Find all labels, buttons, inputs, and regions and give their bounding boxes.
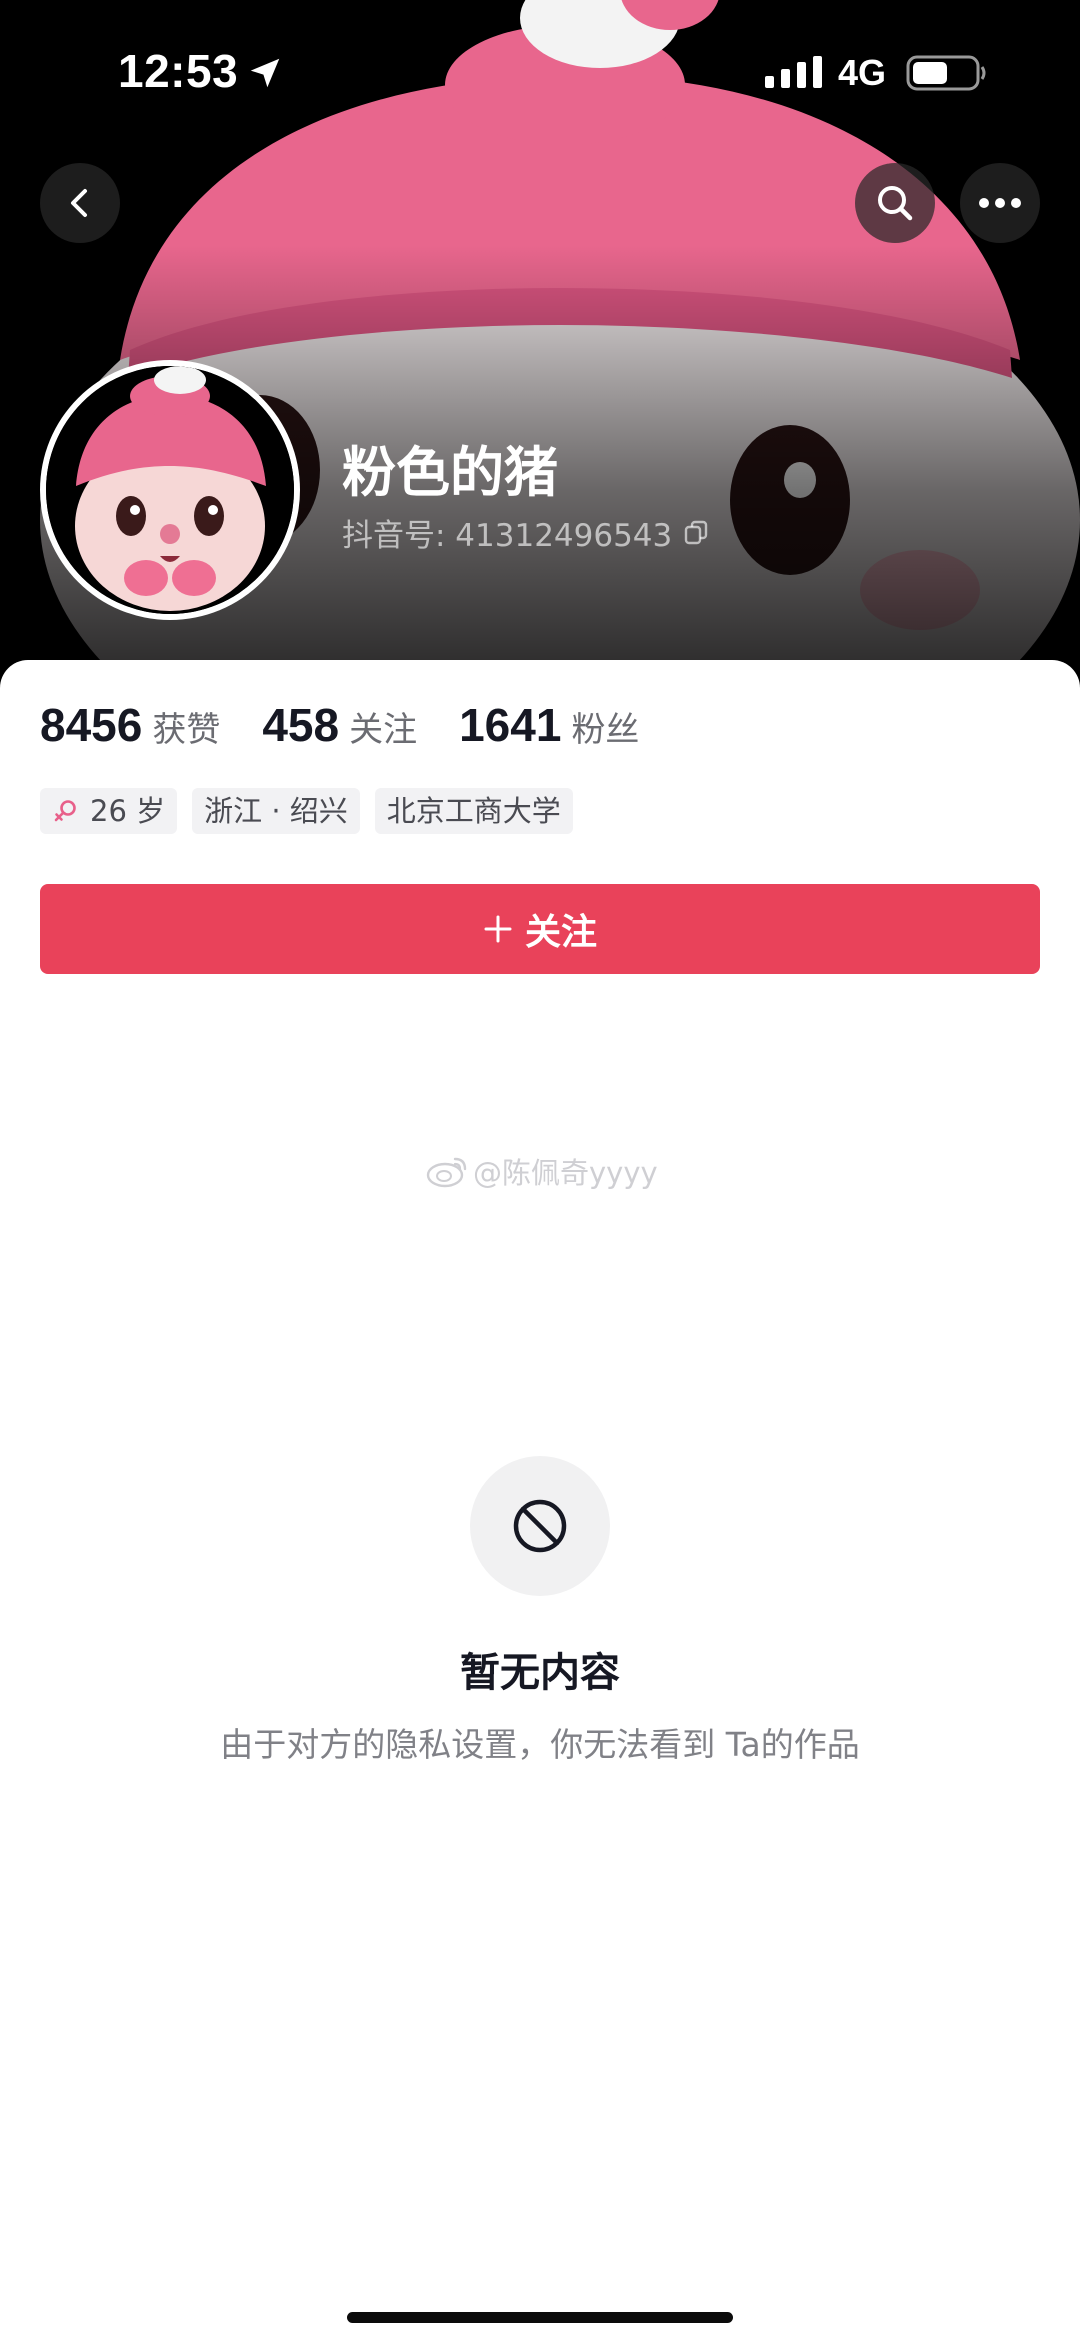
avatar-image-wrap [46, 366, 294, 614]
more-icon [979, 198, 1021, 208]
stat-following-label: 关注 [349, 710, 418, 750]
stat-followers[interactable]: 1641 粉丝 [459, 698, 639, 752]
profile-header: 12:53 4G 粉色的猪 抖音号: 41312496543 [0, 0, 1080, 700]
search-button[interactable] [855, 163, 935, 243]
stat-following[interactable]: 458 关注 [262, 698, 417, 752]
watermark: @陈佩奇yyyy [425, 1150, 658, 1192]
profile-content: 8456 获赞 458 关注 1641 粉丝 26 岁 浙江 · 绍兴 北京工商… [0, 660, 1080, 2341]
signal-icon [765, 56, 822, 88]
follow-button-label: 关注 [524, 912, 597, 953]
stat-likes[interactable]: 8456 获赞 [40, 698, 220, 752]
more-button[interactable] [960, 163, 1040, 243]
battery-icon [906, 55, 986, 91]
copy-icon[interactable] [682, 519, 710, 547]
profile-stats: 8456 获赞 458 关注 1641 粉丝 [40, 698, 681, 752]
tag-age-text: 26 岁 [90, 794, 166, 828]
status-bar: 12:53 4G [0, 0, 1080, 140]
block-icon [513, 1499, 567, 1553]
back-icon [71, 189, 87, 217]
follow-button[interactable]: 关注 [40, 884, 1040, 974]
profile-tags: 26 岁 浙江 · 绍兴 北京工商大学 [40, 788, 588, 834]
douyin-id[interactable]: 抖音号: 41312496543 [342, 510, 710, 555]
empty-state-description: 由于对方的隐私设置，你无法看到 Ta的作品 [220, 1725, 860, 1764]
search-icon [878, 186, 913, 221]
tag-location: 浙江 · 绍兴 [192, 788, 360, 834]
status-time: 12:53 [118, 45, 239, 97]
female-icon [54, 800, 76, 822]
tag-school: 北京工商大学 [374, 788, 573, 834]
avatar[interactable] [40, 360, 300, 620]
profile-nickname: 粉色的猪 [342, 441, 558, 504]
stat-likes-value: 8456 [40, 699, 143, 751]
douyin-id-text: 抖音号: 41312496543 [342, 518, 673, 554]
watermark-text: @陈佩奇yyyy [473, 1156, 658, 1190]
avatar-image [46, 366, 294, 614]
home-indicator[interactable] [347, 2312, 733, 2323]
tag-school-text: 北京工商大学 [386, 794, 561, 828]
stat-followers-label: 粉丝 [571, 710, 640, 750]
back-button[interactable] [40, 163, 120, 243]
location-arrow-icon [250, 58, 280, 88]
plus-icon [484, 915, 512, 943]
stat-following-value: 458 [262, 699, 340, 751]
tag-age: 26 岁 [40, 788, 178, 834]
empty-state-icon-wrap [470, 1456, 610, 1596]
weibo-icon [426, 1157, 467, 1188]
stat-followers-value: 1641 [459, 699, 562, 751]
tag-location-text: 浙江 · 绍兴 [204, 794, 348, 828]
empty-state-title: 暂无内容 [460, 1650, 620, 1696]
stat-likes-label: 获赞 [152, 710, 221, 750]
profile-screen: 12:53 4G 粉色的猪 抖音号: 41312496543 8456 获赞 4… [0, 0, 1080, 2341]
network-label: 4G [838, 52, 887, 93]
